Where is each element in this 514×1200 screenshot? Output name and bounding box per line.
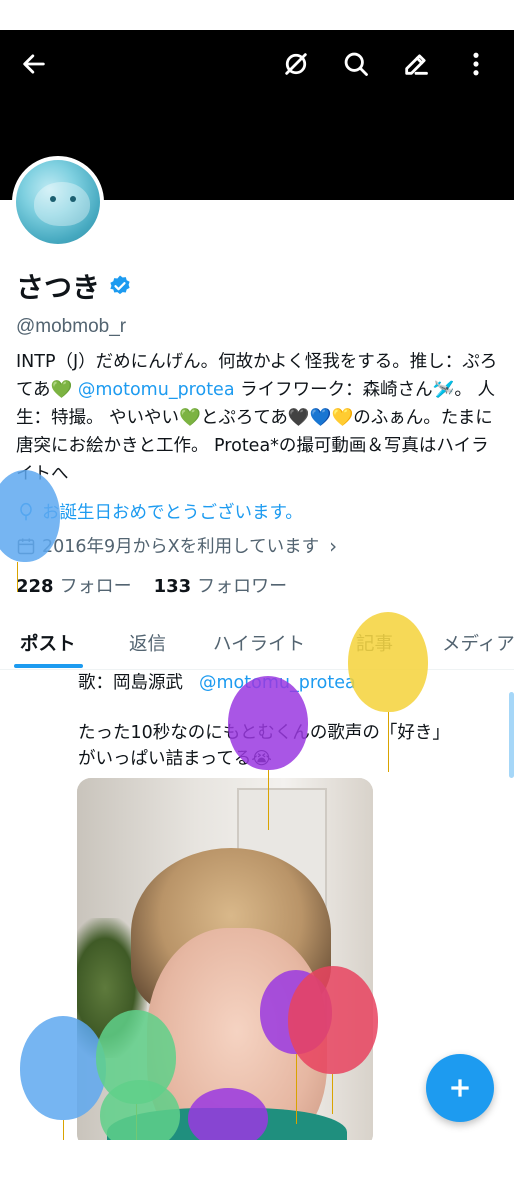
profile-bio: INTP（J）だめにんげん。何故かよく怪我をする。推し：ぷろてあ💚 @motom…	[16, 352, 498, 484]
tab-highlights[interactable]: ハイライト	[213, 630, 305, 656]
more-options-button[interactable]	[456, 44, 496, 84]
compose-button[interactable]	[426, 1054, 494, 1122]
joined-row[interactable]: 2016年9月からXを利用しています ›	[16, 533, 337, 558]
airplane-emoji: 🛩️	[432, 380, 455, 400]
followers-link[interactable]: 133 フォロワー	[154, 572, 288, 598]
verified-badge-icon[interactable]	[108, 274, 132, 298]
joined-text: 2016年9月からXを利用しています	[42, 537, 320, 557]
slash-circle-icon	[285, 53, 307, 75]
tweet-text-line: 歌：岡島源武@motomu_protea	[78, 669, 356, 694]
tab-media[interactable]: メディア	[442, 630, 514, 656]
avatar-figure	[34, 182, 90, 226]
profile-name-row: さつき	[16, 266, 132, 306]
search-icon	[344, 52, 368, 76]
pencil-icon	[405, 54, 428, 75]
birthday-text: お誕生日おめでとうございます。	[42, 503, 303, 523]
green-heart-emoji: 💚	[50, 380, 73, 400]
profile-tabs: ポスト 返信 ハイライト 記事 メディア	[0, 620, 514, 670]
follow-stats: 228 フォロー 133 フォロワー	[16, 572, 287, 598]
profile-handle: @mobmob_r	[16, 316, 127, 337]
arrow-left-icon	[23, 54, 45, 74]
following-link[interactable]: 228 フォロー	[16, 572, 132, 598]
scrollbar[interactable]	[509, 692, 514, 778]
more-vertical-icon	[473, 52, 479, 76]
green-heart-emoji: 💚	[179, 408, 201, 428]
chevron-right-icon: ›	[329, 533, 338, 558]
tab-replies[interactable]: 返信	[129, 630, 166, 656]
profile-name: さつき	[16, 271, 101, 304]
edit-button[interactable]	[396, 44, 436, 84]
bio-mention-link[interactable]: @motomu_protea	[78, 380, 235, 400]
plus-icon	[451, 1079, 469, 1097]
top-app-bar	[0, 38, 514, 90]
active-tab-indicator	[14, 664, 83, 668]
tab-posts[interactable]: ポスト	[20, 630, 76, 656]
blue-heart-emoji: 💙	[309, 408, 332, 428]
bottom-strip	[0, 1140, 514, 1200]
status-strip	[0, 0, 514, 30]
back-button[interactable]	[14, 44, 54, 84]
black-heart-emoji: 🖤	[287, 408, 310, 428]
avatar[interactable]	[12, 156, 104, 248]
search-button[interactable]	[336, 44, 376, 84]
slash-circle-button[interactable]	[276, 44, 316, 84]
yellow-heart-emoji: 💛	[331, 408, 354, 428]
